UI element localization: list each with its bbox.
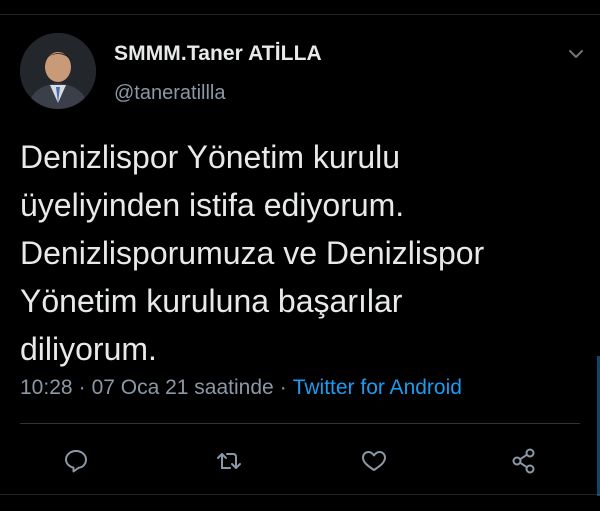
tweet-date[interactable]: 07 Oca 21 saatinde — [92, 376, 274, 399]
chevron-down-icon[interactable] — [566, 44, 586, 64]
tweet-text-line: diliyorum. — [20, 331, 157, 367]
tweet-meta: 10:28 · 07 Oca 21 saatinde · Twitter for And… — [20, 376, 462, 400]
meta-separator: · — [78, 376, 86, 399]
avatar-image — [20, 33, 96, 109]
bottom-divider — [0, 494, 600, 495]
share-button[interactable] — [510, 447, 538, 475]
tweet-text-line: Denizlispor Yönetim kurulu — [20, 139, 401, 175]
top-divider — [0, 14, 600, 15]
display-name[interactable]: SMMM.Taner ATİLLA — [114, 42, 322, 66]
tweet-source-link[interactable]: Twitter for Android — [293, 376, 462, 399]
avatar[interactable] — [20, 33, 96, 109]
tweet-text-line: Denizlisporumuza ve Denizlispor — [20, 235, 485, 271]
user-handle[interactable]: @taneratillla — [114, 82, 225, 105]
reply-button[interactable] — [62, 447, 90, 475]
tweet-text-line: Yönetim kuruluna başarılar — [20, 283, 403, 319]
reply-icon — [65, 450, 87, 473]
meta-separator: · — [279, 376, 287, 399]
like-button[interactable] — [360, 447, 388, 475]
share-icon — [512, 448, 535, 474]
tweet-text-line: üyeliyinden istifa ediyorum. — [20, 187, 405, 223]
like-icon — [362, 451, 386, 471]
tweet-time[interactable]: 10:28 — [20, 376, 73, 399]
tweet-text: Denizlispor Yönetim kurulu üyeliyinden i… — [20, 133, 580, 373]
retweet-button[interactable] — [215, 447, 243, 475]
meta-divider — [20, 423, 580, 424]
retweet-icon — [217, 453, 241, 469]
